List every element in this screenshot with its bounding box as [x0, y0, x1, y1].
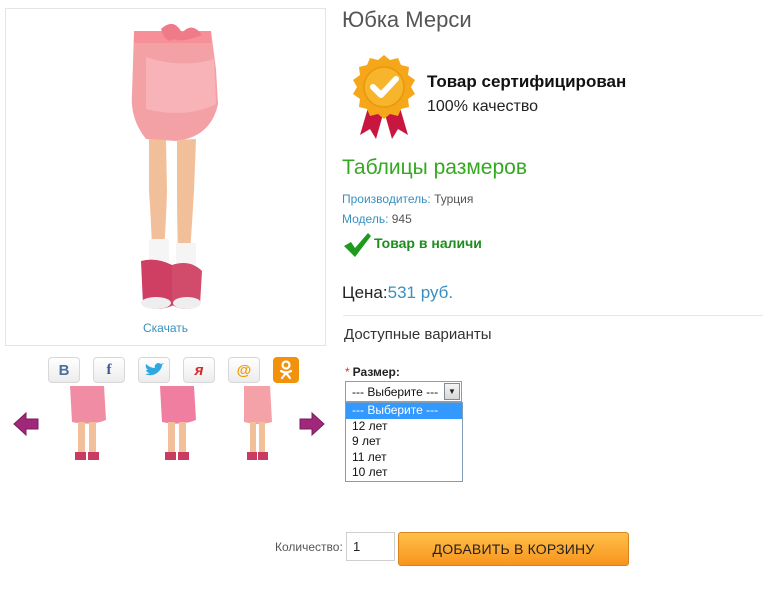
moikrug-share-icon[interactable]: я: [183, 357, 215, 383]
add-to-cart-button[interactable]: ДОБАВИТЬ В КОРЗИНУ: [398, 532, 629, 566]
size-dropdown-list: --- Выберите --- 12 лет 9 лет 11 лет 10 …: [345, 402, 463, 482]
checkmark-icon: [344, 233, 371, 257]
download-link[interactable]: Скачать: [6, 321, 325, 335]
odnoklassniki-share-icon[interactable]: [273, 357, 299, 383]
skirt-photo: [131, 23, 218, 309]
certificate-badge-icon: [353, 55, 415, 139]
model-label: Модель:: [342, 212, 389, 226]
size-option[interactable]: --- Выберите ---: [346, 403, 462, 419]
arrow-right-icon[interactable]: [298, 410, 326, 438]
size-option[interactable]: 9 лет: [346, 434, 462, 450]
size-select[interactable]: --- Выберите --- ▼: [345, 381, 462, 402]
mail-share-icon[interactable]: @: [228, 357, 260, 383]
thumbnail-carousel: [10, 384, 330, 466]
size-option[interactable]: 10 лет: [346, 465, 462, 481]
thumbnail-1[interactable]: [62, 384, 112, 464]
price-amount: 531 руб.: [387, 283, 454, 302]
price: Цена:531 руб.: [342, 283, 453, 303]
model-value: 945: [391, 212, 412, 226]
product-title: Юбка Мерси: [342, 7, 472, 32]
chevron-down-icon[interactable]: ▼: [444, 383, 460, 400]
stock-status: Товар в наличи: [374, 235, 482, 251]
model-row: Модель: 945: [342, 212, 412, 226]
thumbnail-3[interactable]: [232, 384, 282, 464]
quantity-input[interactable]: [346, 532, 395, 561]
size-option[interactable]: 11 лет: [346, 450, 462, 466]
price-label: Цена:: [342, 283, 388, 302]
vk-share-icon[interactable]: В: [48, 357, 80, 383]
arrow-left-icon[interactable]: [12, 410, 40, 438]
size-tables-link[interactable]: Таблицы размеров: [342, 156, 527, 180]
size-label: * Размер:: [345, 365, 400, 379]
certificate-title: Товар сертифицирован: [427, 72, 627, 91]
manufacturer-row: Производитель: Турция: [342, 192, 473, 206]
options-heading: Доступные варианты: [344, 326, 492, 343]
size-option[interactable]: 12 лет: [346, 419, 462, 435]
social-share-bar: В f я @: [48, 357, 299, 383]
divider: [343, 315, 763, 316]
facebook-share-icon[interactable]: f: [93, 357, 125, 383]
twitter-share-icon[interactable]: [138, 357, 170, 383]
manufacturer-value: Турция: [434, 192, 474, 206]
main-product-image[interactable]: Скачать: [5, 8, 326, 346]
quantity-label: Количество:: [275, 540, 343, 554]
thumbnail-2[interactable]: [152, 384, 202, 464]
manufacturer-label[interactable]: Производитель:: [342, 192, 431, 206]
size-select-value: --- Выберите ---: [352, 385, 439, 399]
required-mark: *: [345, 365, 350, 379]
certificate-subtitle: 100% качество: [427, 98, 539, 115]
size-label-text: Размер:: [352, 365, 400, 379]
